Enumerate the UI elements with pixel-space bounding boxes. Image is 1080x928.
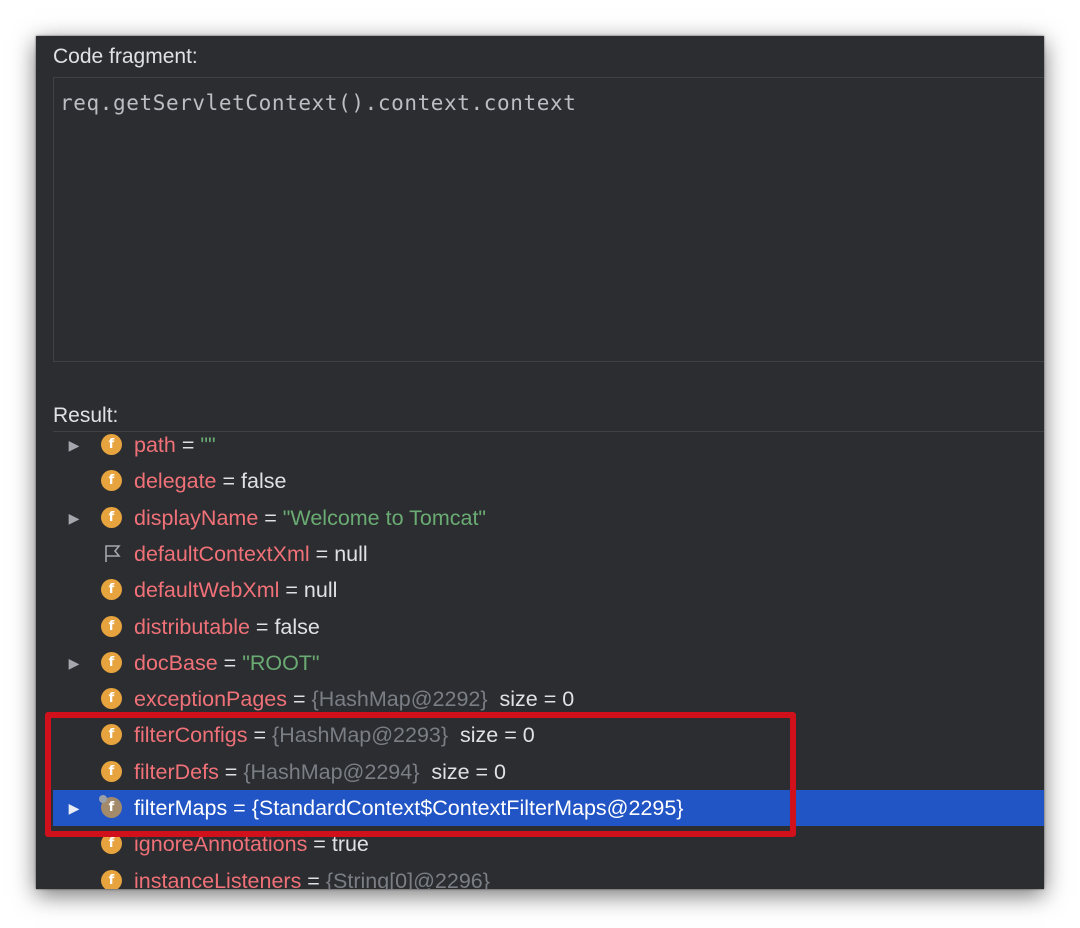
tree-row-text: distributable = false [134,609,320,645]
field-icon: f [101,688,122,710]
field-value: false [274,614,320,639]
expand-arrow-icon[interactable]: ▶ [65,432,83,463]
code-fragment-text[interactable]: req.getServletContext().context.context [60,91,576,115]
tree-row-defaultContextXml[interactable]: defaultContextXml = null [53,536,1044,572]
tree-row-delegate[interactable]: f delegate = false [53,463,1044,499]
field-name: docBase [134,650,218,675]
equals-sign: = [216,469,242,494]
tree-row-text: path = "" [134,432,216,463]
field-name: displayName [134,505,259,530]
field-value: "ROOT" [242,650,320,675]
field-name: distributable [134,614,250,639]
field-icon: f [101,869,122,889]
field-icon: f [101,651,122,673]
equals-sign: = [301,868,326,889]
field-value: false [241,469,287,494]
result-label: Result: [53,404,119,427]
field-value: {HashMap@2292} [311,687,488,712]
tree-row-text: delegate = false [134,463,286,499]
equals-sign: = [175,433,201,457]
code-fragment-label: Code fragment: [53,45,198,68]
tree-row-text: defaultContextXml = null [134,536,368,572]
tree-row-text: defaultWebXml = null [134,572,337,608]
tree-row-docBase[interactable]: ▶ f docBase = "ROOT" [53,645,1044,681]
size-label: size = 0 [487,687,575,712]
field-icon: f [101,434,122,455]
equals-sign: = [258,505,283,530]
field-value: null [334,541,368,566]
tree-row-text: displayName = "Welcome to Tomcat" [134,500,486,536]
tree-row-instanceListeners[interactable]: f instanceListeners = {String[0]@2296} [53,863,1044,889]
equals-sign: = [217,650,243,675]
field-value: {String[0]@2296} [325,868,490,889]
equals-sign: = [287,687,312,712]
equals-sign: = [309,541,335,566]
field-name: instanceListeners [134,868,302,889]
field-icon: f [101,579,122,601]
expand-arrow-icon[interactable]: ▶ [65,500,83,536]
tree-row-path[interactable]: ▶ f path = "" [53,432,1044,463]
tree-row-defaultWebXml[interactable]: f defaultWebXml = null [53,572,1044,608]
equals-sign: = [249,614,275,639]
tree-row-text: docBase = "ROOT" [134,645,320,681]
flag-icon [105,545,121,562]
equals-sign: = [279,578,304,603]
field-icon: f [101,506,122,528]
field-name: delegate [134,469,217,494]
tree-row-distributable[interactable]: f distributable = false [53,609,1044,645]
field-name: defaultContextXml [134,541,310,566]
field-name: exceptionPages [134,687,287,712]
field-name: path [134,433,176,457]
tree-row-text: instanceListeners = {String[0]@2296} [134,863,490,889]
field-value: null [303,578,338,603]
field-name: defaultWebXml [134,578,280,603]
field-value: "Welcome to Tomcat" [282,505,487,530]
field-icon: f [101,615,122,637]
field-icon: f [101,470,122,492]
annotation-highlight-box [45,712,796,837]
code-fragment-editor[interactable]: req.getServletContext().context.context [53,77,1044,362]
expand-arrow-icon[interactable]: ▶ [65,645,83,681]
field-value: "" [200,433,216,457]
tree-row-displayName[interactable]: ▶ f displayName = "Welcome to Tomcat" [53,500,1044,536]
